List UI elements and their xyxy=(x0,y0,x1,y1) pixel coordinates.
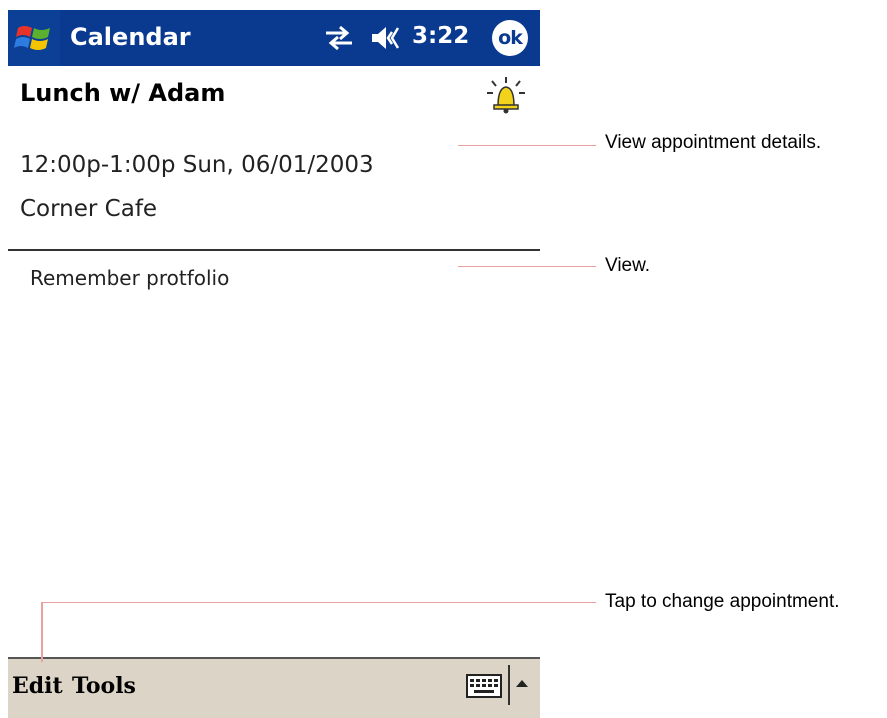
callout-line-details xyxy=(458,145,596,146)
menu-edit[interactable]: Edit xyxy=(12,673,63,699)
menu-tools[interactable]: Tools xyxy=(72,673,136,699)
callout-line-view xyxy=(458,266,596,267)
start-button[interactable] xyxy=(8,10,60,66)
callout-line-edit-horizontal xyxy=(41,602,596,603)
title-bar: Calendar 3:22 ok xyxy=(8,10,540,66)
clock[interactable]: 3:22 xyxy=(412,23,469,49)
ok-button[interactable]: ok xyxy=(492,20,528,56)
app-title: Calendar xyxy=(70,23,191,51)
keyboard-icon[interactable] xyxy=(466,673,502,699)
sip-separator xyxy=(508,665,510,705)
appointment-subject: Lunch w/ Adam xyxy=(20,79,226,107)
callout-edit: Tap to change appointment. xyxy=(605,591,840,612)
callout-view: View. xyxy=(605,255,651,276)
callout-details: View appointment details. xyxy=(605,132,822,153)
appointment-time: 12:00p-1:00p Sun, 06/01/2003 xyxy=(20,152,374,178)
volume-icon[interactable] xyxy=(370,24,406,52)
windows-start-icon xyxy=(14,26,50,50)
notes-divider xyxy=(8,249,540,251)
sip-arrow-up-icon[interactable] xyxy=(514,677,530,689)
connectivity-icon[interactable] xyxy=(324,24,354,52)
reminder-bell-icon xyxy=(487,77,525,114)
callout-line-edit-vertical xyxy=(41,602,43,662)
menu-bar: Edit Tools xyxy=(8,657,540,718)
appointment-location: Corner Cafe xyxy=(20,196,158,222)
pocket-pc-screen: Calendar 3:22 ok Lunch w/ Adam 12:00p-1:… xyxy=(8,10,540,718)
appointment-notes: Remember protfolio xyxy=(30,266,230,290)
